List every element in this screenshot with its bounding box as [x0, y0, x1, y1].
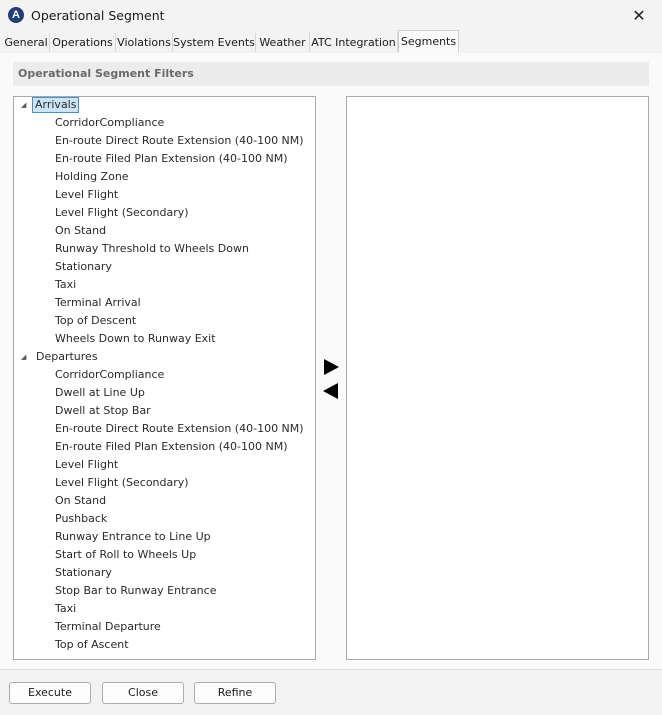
- close-button[interactable]: Close: [102, 682, 184, 704]
- tree-item[interactable]: Stationary: [55, 258, 112, 276]
- title-bar: A Operational Segment ✕: [0, 0, 662, 32]
- tree-item[interactable]: CorridorCompliance: [55, 366, 164, 384]
- expand-collapse-triangle-icon[interactable]: ◢: [21, 348, 26, 366]
- execute-button[interactable]: Execute: [9, 682, 91, 704]
- tree-group-label: Departures: [36, 350, 98, 363]
- add-to-selection-arrow-icon[interactable]: [324, 359, 339, 375]
- tree-item[interactable]: Stationary: [55, 564, 112, 582]
- tab-violations[interactable]: Violations: [116, 33, 173, 52]
- tree-item[interactable]: Terminal Departure: [55, 618, 161, 636]
- available-segments-tree[interactable]: ◢ Arrivals CorridorCompliance En-route Dire…: [13, 96, 316, 660]
- filter-section-header: Operational Segment Filters: [13, 62, 649, 86]
- tab-general[interactable]: General: [3, 33, 50, 52]
- tab-atc-integration[interactable]: ATC Integration: [310, 33, 398, 52]
- dialog-footer: [0, 669, 662, 715]
- app-logo-icon: A: [8, 7, 24, 23]
- tab-bar: General Operations Violations System Eve…: [0, 30, 662, 54]
- tree-item[interactable]: Top of Ascent: [55, 636, 129, 654]
- window-title: Operational Segment: [31, 8, 165, 23]
- tab-weather[interactable]: Weather: [256, 33, 310, 52]
- tree-item[interactable]: En-route Filed Plan Extension (40-100 NM…: [55, 438, 288, 456]
- tree-item[interactable]: Level Flight (Secondary): [55, 474, 189, 492]
- tree-item[interactable]: Dwell at Stop Bar: [55, 402, 151, 420]
- tree-item[interactable]: Top of Descent: [55, 312, 136, 330]
- tree-item[interactable]: Runway Entrance to Line Up: [55, 528, 211, 546]
- tree-item[interactable]: Runway Threshold to Wheels Down: [55, 240, 249, 258]
- tree-item[interactable]: Taxi: [55, 600, 76, 618]
- tab-operations[interactable]: Operations: [50, 33, 116, 52]
- tree-item[interactable]: CorridorCompliance: [55, 114, 164, 132]
- tree-group-label: Arrivals: [32, 97, 80, 113]
- tree-item[interactable]: Dwell at Line Up: [55, 384, 145, 402]
- selected-segments-list[interactable]: [346, 96, 649, 660]
- refine-button[interactable]: Refine: [194, 682, 276, 704]
- tree-item[interactable]: Taxi: [55, 276, 76, 294]
- tree-item[interactable]: Stop Bar to Runway Entrance: [55, 582, 216, 600]
- tab-segments[interactable]: Segments: [398, 30, 459, 53]
- tree-item[interactable]: En-route Direct Route Extension (40-100 …: [55, 132, 304, 150]
- tree-item[interactable]: Start of Roll to Wheels Up: [55, 546, 196, 564]
- remove-from-selection-arrow-icon[interactable]: [323, 383, 338, 399]
- tree-item[interactable]: Level Flight: [55, 186, 118, 204]
- tree-item[interactable]: Level Flight: [55, 456, 118, 474]
- tree-item[interactable]: Holding Zone: [55, 168, 129, 186]
- tab-system-events[interactable]: System Events: [173, 33, 256, 52]
- tree-item[interactable]: En-route Direct Route Extension (40-100 …: [55, 420, 304, 438]
- tree-item[interactable]: Level Flight (Secondary): [55, 204, 189, 222]
- close-window-icon[interactable]: ✕: [616, 0, 662, 32]
- expand-collapse-triangle-icon[interactable]: ◢: [21, 96, 26, 114]
- tree-item[interactable]: En-route Filed Plan Extension (40-100 NM…: [55, 150, 288, 168]
- tree-item[interactable]: On Stand: [55, 492, 106, 510]
- tree-item[interactable]: Pushback: [55, 510, 107, 528]
- tree-item[interactable]: Terminal Arrival: [55, 294, 141, 312]
- tree-item[interactable]: Wheels Down to Runway Exit: [55, 330, 216, 348]
- tree-item[interactable]: On Stand: [55, 222, 106, 240]
